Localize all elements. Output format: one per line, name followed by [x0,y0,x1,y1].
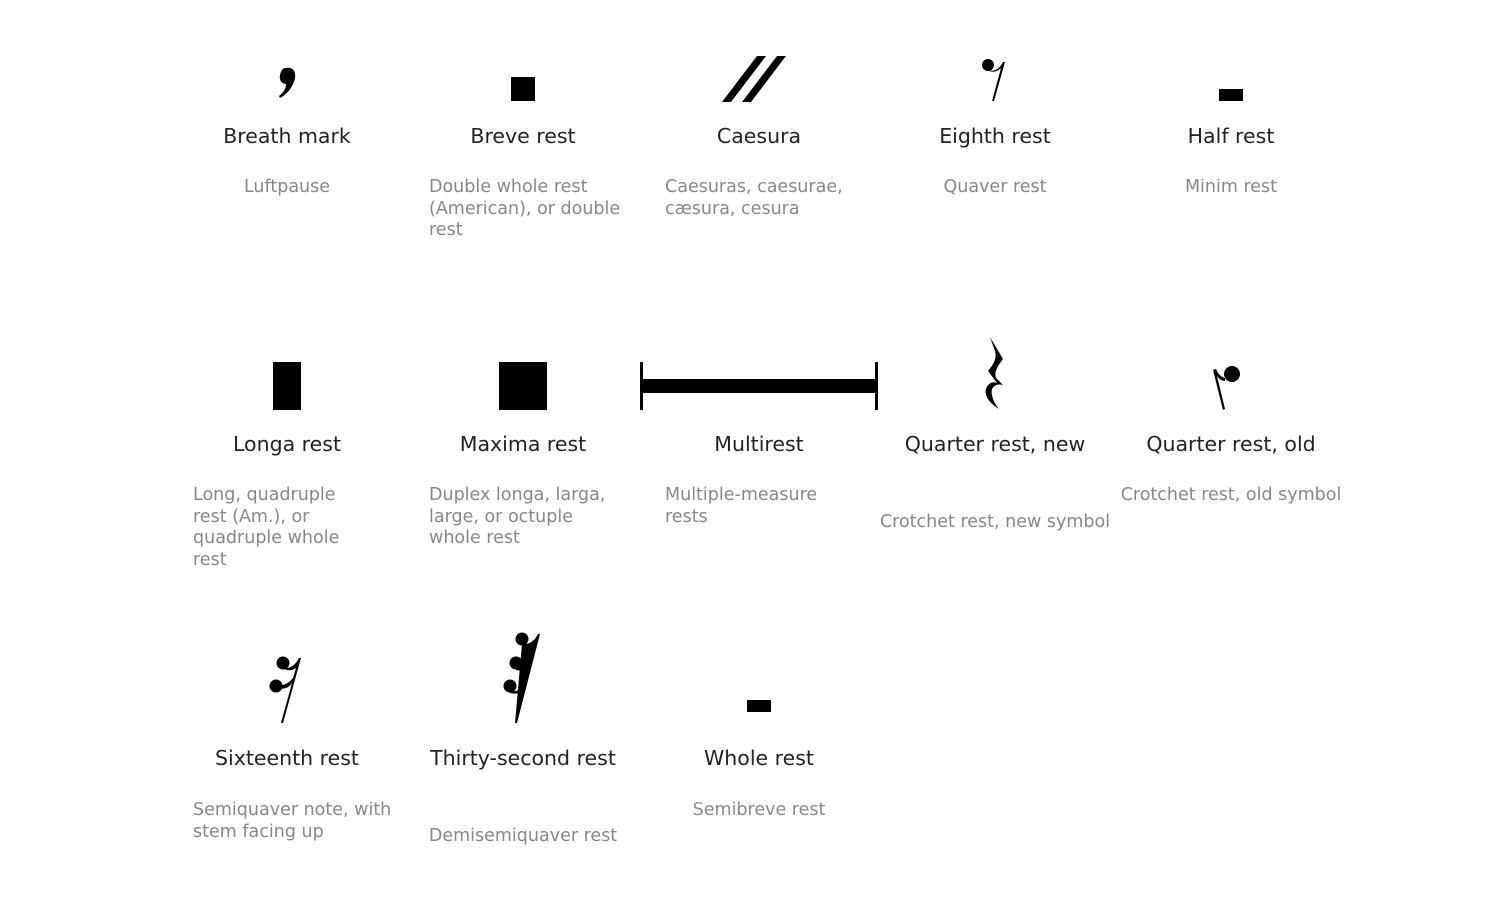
symbol-description: Semiquaver note, with stem facing up [193,800,392,842]
symbol-title: Multirest [714,432,804,456]
symbol-title: Caesura [716,124,802,148]
sixteenth-rest-icon [169,656,405,724]
quarter-rest-new-icon [877,337,1113,409]
multirest-icon [640,362,878,410]
symbol-description: Luftpause [243,177,331,197]
breve-rest-icon [405,77,641,101]
symbol-title: Whole rest [704,746,814,770]
longa-rest-icon [169,362,405,410]
symbol-title: Thirty-second rest [430,746,616,770]
quarter-rest-old-icon [1113,364,1349,410]
symbol-title: Quarter rest, new [904,432,1086,456]
symbol-description: Semibreve rest [692,800,826,820]
caesura-icon [641,56,877,102]
symbol-title: Breath mark [223,124,351,148]
symbol-description: Demisemiquaver rest [428,826,618,846]
thirty-second-rest-icon [405,632,641,724]
symbol-description: Caesuras, caesurae, cæsura, cesura [665,177,843,219]
symbol-description: Duplex longa, larga, large, or octuple w… [429,485,606,548]
symbol-title: Sixteenth rest [215,746,359,770]
breath-mark-icon [169,62,405,104]
maxima-rest-icon [405,362,641,410]
symbol-title: Quarter rest, old [1146,432,1316,456]
eighth-rest-icon [877,58,1113,102]
symbol-title: Longa rest [233,432,341,456]
symbol-description: Crotchet rest, old symbol [1120,485,1342,505]
whole-rest-icon [641,700,877,712]
symbol-title: Eighth rest [939,124,1051,148]
symbol-description: Long, quadruple rest (Am.), or quadruple… [193,485,340,570]
half-rest-icon [1113,89,1349,101]
symbol-description: Quaver rest [943,177,1047,197]
symbol-description: Crotchet rest, new symbol [879,512,1111,532]
symbol-title: Half rest [1187,124,1275,148]
symbol-description: Multiple-measure rests [665,485,818,527]
symbol-description: Minim rest [1184,177,1278,197]
symbol-title: Maxima rest [459,432,587,456]
symbol-description: Double whole rest (American), or double … [429,177,621,240]
symbol-title: Breve rest [470,124,576,148]
